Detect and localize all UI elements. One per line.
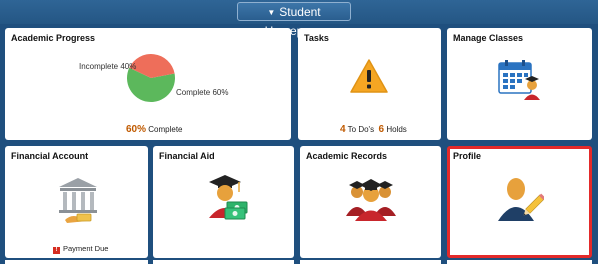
calendar-icon <box>498 60 540 100</box>
tile-row-edge <box>447 260 592 264</box>
user-edit-icon <box>498 178 544 221</box>
graduate-money-icon <box>209 175 248 220</box>
progress-value: 60% <box>126 124 147 135</box>
label-incomplete: Incomplete 40% <box>79 62 137 71</box>
progress-pie-chart <box>126 53 175 102</box>
todos-label: To Do's <box>347 125 375 134</box>
alert-icon: ! <box>53 247 60 254</box>
payment-due-text: Payment Due <box>63 244 109 253</box>
tile-tasks[interactable]: Tasks 4 To Do's 6 Holds <box>298 28 441 140</box>
holds-label: Holds <box>386 125 407 134</box>
tile-row-edge <box>300 260 441 264</box>
tile-title: Financial Account <box>11 151 89 161</box>
student-homepage-dropdown[interactable]: ▼ Student Homepage <box>237 2 351 38</box>
header-bar: ▼ Student Homepage <box>0 0 598 38</box>
progress-summary: 60% Complete <box>126 124 183 135</box>
payment-due-status: ! Payment Due <box>53 244 108 254</box>
tile-title: Profile <box>453 151 482 161</box>
tile-academic-records[interactable]: Academic Records <box>300 146 441 258</box>
tile-row-edge <box>153 260 294 264</box>
bank-icon <box>59 178 97 223</box>
tile-row-edge <box>5 260 148 264</box>
graduates-icon <box>346 179 396 221</box>
tile-profile[interactable]: Profile <box>447 146 592 258</box>
tile-financial-account[interactable]: Financial Account ! Payment Due <box>5 146 148 258</box>
tile-title: Tasks <box>304 33 329 43</box>
holds-count: 6 <box>378 124 385 135</box>
tile-title: Financial Aid <box>159 151 215 161</box>
tile-title: Academic Records <box>306 151 388 161</box>
tile-title: Academic Progress <box>11 33 96 43</box>
warning-icon <box>350 59 388 93</box>
tile-financial-aid[interactable]: Financial Aid <box>153 146 294 258</box>
label-complete: Complete 60% <box>176 88 229 97</box>
tasks-summary: 4 To Do's 6 Holds <box>340 124 407 135</box>
todos-count: 4 <box>340 124 346 135</box>
chevron-down-icon: ▼ <box>267 8 276 17</box>
tile-title: Manage Classes <box>453 33 524 43</box>
tile-manage-classes[interactable]: Manage Classes <box>447 28 592 140</box>
progress-text: Complete <box>148 125 183 134</box>
tile-academic-progress[interactable]: Academic Progress Incomplete 40% Complet… <box>5 28 291 140</box>
